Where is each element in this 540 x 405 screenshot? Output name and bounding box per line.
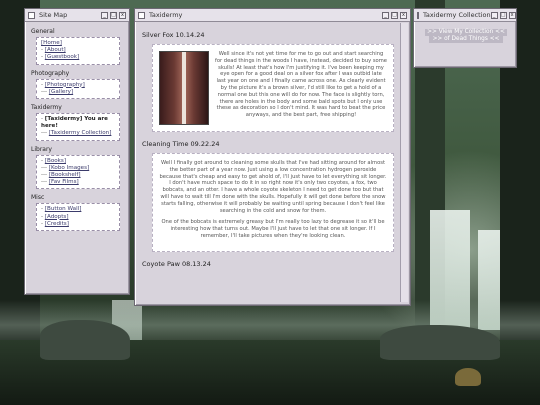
post-body: Well since it's not yet time for me to g… (152, 44, 394, 132)
nav-prefix: --- (41, 88, 49, 95)
close-icon[interactable]: x (119, 11, 126, 19)
minimize-icon[interactable]: _ (101, 11, 108, 19)
close-icon[interactable]: x (508, 11, 516, 19)
window-title: Taxidermy (149, 11, 183, 19)
window-controls: _ □ x (101, 11, 126, 19)
rock (40, 320, 130, 360)
maximize-icon[interactable]: □ (499, 11, 507, 19)
section-links: - [Button Wall] - [Adopts] - [Credits] (36, 203, 120, 232)
section-heading: General (31, 28, 55, 35)
section-links: - [Photography] --- [Gallery] (36, 78, 120, 100)
section-heading: Misc (31, 194, 45, 202)
nav-prefix: --- (41, 130, 49, 137)
nav-link[interactable]: [Bookshelf] (49, 172, 81, 178)
collection-titlebar[interactable]: Taxidermy Collection _ □ x (414, 9, 516, 22)
nav-link[interactable]: [Home] (41, 40, 62, 46)
post-title: Cleaning Time 09.22.24 (142, 140, 220, 148)
window-icon (417, 11, 419, 19)
window-icon (28, 11, 35, 19)
nav-link[interactable]: [Books] (45, 158, 66, 164)
taxidermy-window: Taxidermy _ □ x Silver Fox 10.14.24 Well … (134, 8, 411, 306)
maximize-icon[interactable]: □ (391, 11, 398, 19)
nav-item: - [Photography] (41, 82, 115, 89)
nav-item: - [Button Wall] (41, 206, 115, 213)
nav-link[interactable]: [About] (45, 47, 66, 53)
window-title: Site Map (39, 11, 68, 19)
post-paragraph: One of the bobcats is extremely greasy b… (161, 219, 385, 239)
turtle-shell (455, 368, 481, 386)
nav-link[interactable]: [Fav Films] (49, 179, 79, 185)
minimize-icon[interactable]: _ (382, 11, 389, 19)
nav-link[interactable]: [Gallery] (49, 89, 73, 95)
taxidermy-titlebar[interactable]: Taxidermy _ □ x (135, 9, 410, 22)
section-heading: Photography (31, 69, 70, 77)
scrollbar[interactable] (400, 23, 408, 302)
post-title: Coyote Paw 08.13.24 (142, 259, 211, 268)
site-map-window: Site Map _ □ x General [Home] - [About] - [… (24, 8, 130, 295)
nav-item: - [About] (41, 47, 115, 54)
nav-link[interactable]: [Credits] (45, 221, 69, 227)
nav-current-link[interactable]: [Taxidermy] (45, 116, 83, 122)
window-controls: _ □ x (382, 11, 407, 19)
nav-item: --- [Bookshelf] (41, 172, 115, 179)
window-icon (138, 11, 145, 19)
nav-item: - [Guestbook] (41, 54, 115, 61)
nav-link[interactable]: [Button Wall] (45, 206, 82, 212)
maximize-icon[interactable]: □ (110, 11, 117, 19)
silver-fox-photo (159, 51, 209, 125)
nav-link[interactable]: [Photography] (45, 82, 85, 88)
nav-item: - [Adopts] (41, 214, 115, 221)
window-title: Taxidermy Collection (423, 11, 491, 19)
minimize-icon[interactable]: _ (490, 11, 498, 19)
section-heading: Taxidermy (31, 104, 62, 112)
post-text: Well since it's not yet time for me to g… (215, 51, 387, 125)
nav-prefix: --- (41, 172, 49, 179)
section-links: [Home] - [About] - [Guestbook] (36, 37, 120, 65)
nav-link[interactable]: [Guestbook] (45, 54, 79, 60)
post-body: Well I finally got around to cleaning so… (152, 153, 394, 252)
post-text: Well I finally got around to cleaning so… (159, 160, 387, 245)
close-icon[interactable]: x (400, 11, 407, 19)
nav-link[interactable]: [Taxidermy Collection] (49, 130, 112, 136)
nav-prefix: --- (41, 164, 49, 171)
nav-item: [Home] (41, 40, 115, 47)
site-map-titlebar[interactable]: Site Map _ □ x (25, 9, 129, 22)
view-collection-link[interactable]: >> View My Collection << (425, 29, 507, 36)
collection-content: >> View My Collection << >> of Dead Thin… (417, 23, 513, 64)
nav-item: --- [Taxidermy Collection] (41, 130, 115, 137)
section-links: - [Taxidermy] You are here! --- [Taxiderm… (36, 113, 120, 141)
nav-item: - [Books] (41, 158, 115, 165)
nav-item: --- [Gallery] (41, 89, 115, 96)
nav-link[interactable]: [Kobo Images] (49, 165, 89, 171)
nav-item: - [Credits] (41, 221, 115, 228)
site-map-content: General [Home] - [About] - [Guestbook] Photo… (28, 23, 126, 291)
post-paragraph: Well I finally got around to cleaning so… (159, 160, 387, 214)
nav-item: --- [Kobo Images] (41, 165, 115, 172)
dead-things-link[interactable]: >> of Dead Things << (429, 36, 503, 43)
window-controls: _ □ x (490, 11, 516, 19)
nav-item: --- [Fav Films] (41, 179, 115, 186)
collection-window: Taxidermy Collection _ □ x >> View My Co… (413, 8, 517, 68)
post-title: Silver Fox 10.14.24 (142, 31, 205, 39)
section-heading: Library (31, 145, 52, 153)
section-links: - [Books] --- [Kobo Images] --- [Bookshelf… (36, 154, 120, 190)
rock (380, 325, 500, 360)
nav-item: - [Taxidermy] You are here! (41, 116, 115, 130)
nav-link[interactable]: [Adopts] (45, 214, 69, 220)
taxidermy-posts: Silver Fox 10.14.24 Well since it's not y… (138, 23, 400, 302)
post-paragraph: Well since it's not yet time for me to g… (215, 51, 387, 119)
nav-prefix: --- (41, 179, 49, 186)
